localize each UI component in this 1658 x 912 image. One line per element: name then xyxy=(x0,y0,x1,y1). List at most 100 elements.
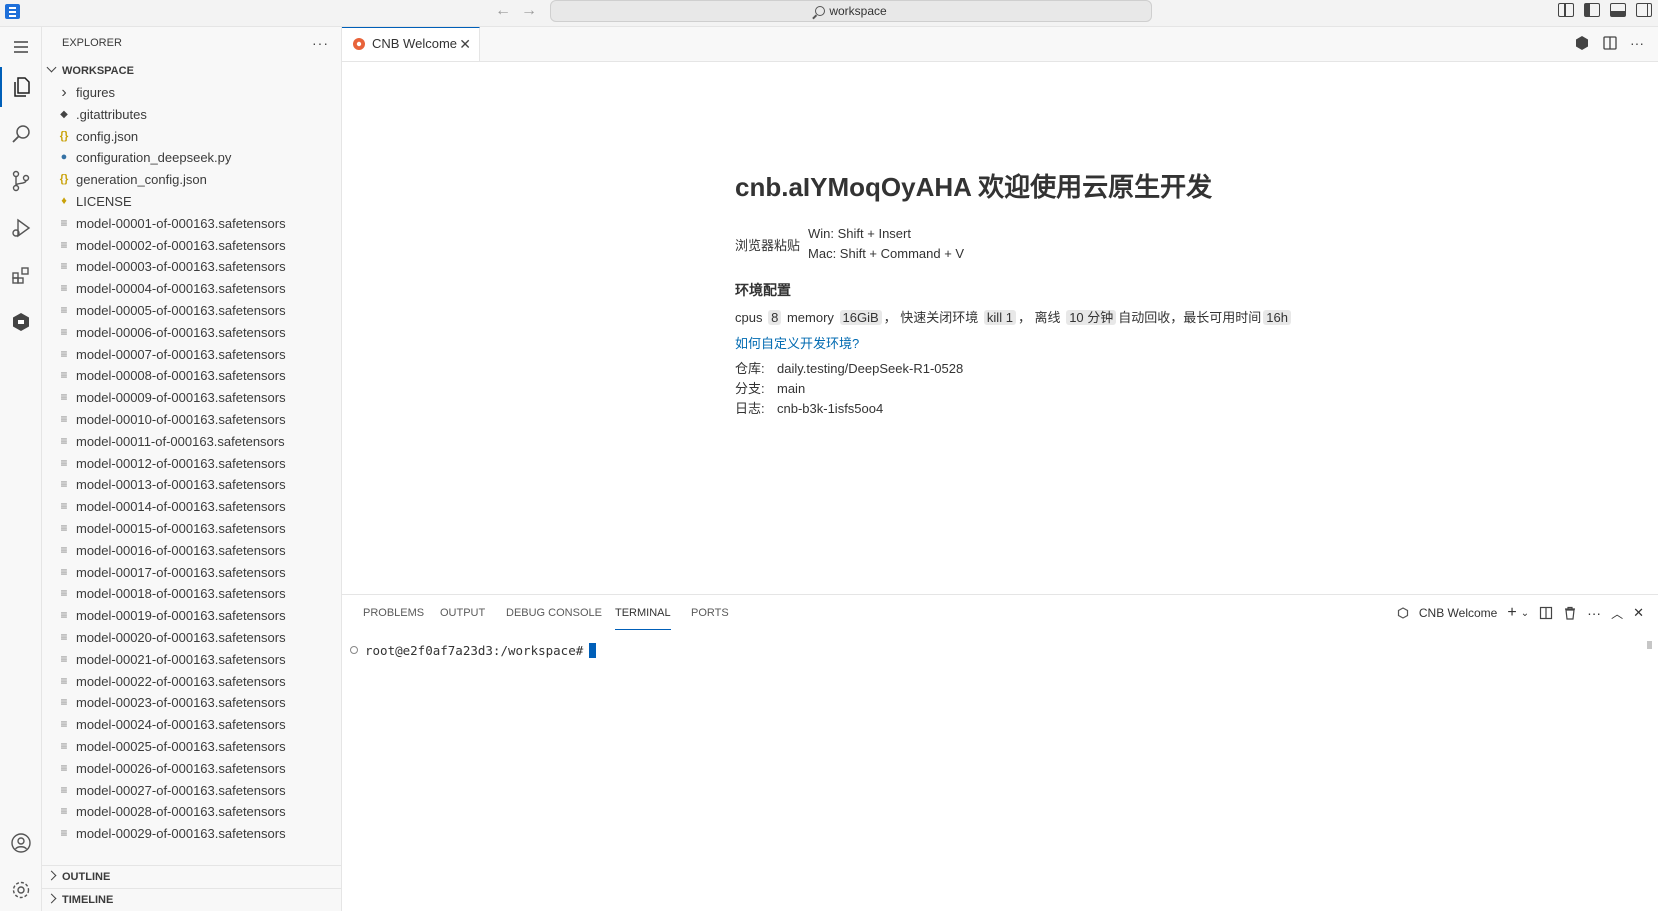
search-icon xyxy=(815,6,825,16)
command-center-search[interactable]: workspace xyxy=(550,0,1152,22)
workspace-section-header[interactable]: WORKSPACE xyxy=(42,60,341,82)
tab-debug-console[interactable]: DEBUG CONSOLE xyxy=(506,595,602,631)
file-item[interactable]: ≡ model-00024-of-000163.safetensors xyxy=(42,714,341,736)
file-icon: ≡ xyxy=(57,300,71,322)
file-item[interactable]: ♦ LICENSE xyxy=(42,191,341,213)
editor-area: CNB Welcome ✕ ··· cnb.aIYMoqOyAHA 欢迎使用云原… xyxy=(342,27,1658,593)
explorer-files-icon[interactable] xyxy=(0,67,41,107)
file-item[interactable]: ≡model-00023-of-000163.safetensors xyxy=(42,692,341,714)
file-name: configuration_deepseek.py xyxy=(76,150,231,165)
file-item[interactable]: ≡model-00003-of-000163.safetensors xyxy=(42,256,341,278)
file-name: LICENSE xyxy=(76,194,132,209)
file-name: model-00024-of-000163.safetensors xyxy=(76,717,286,732)
folder-item[interactable]: ›figures xyxy=(42,82,341,104)
file-item[interactable]: ≡model-00028-of-000163.safetensors xyxy=(42,801,341,823)
file-icon: ≡ xyxy=(57,801,71,823)
terminal-scrollbar[interactable] xyxy=(1647,641,1652,649)
terminal-prompt: root@e2f0af7a23d3:/workspace# xyxy=(365,643,583,658)
account-icon[interactable] xyxy=(0,823,41,863)
new-terminal-icon[interactable]: + xyxy=(1507,604,1516,622)
terminal-prompt-line[interactable]: root@e2f0af7a23d3:/workspace# xyxy=(350,643,596,658)
chevron-down-icon[interactable]: ⌄ xyxy=(1521,608,1529,619)
customize-layout-icon[interactable] xyxy=(1558,3,1574,17)
file-item[interactable]: ≡model-00008-of-000163.safetensors xyxy=(42,365,341,387)
search-icon[interactable] xyxy=(0,114,41,154)
file-item[interactable]: ≡model-00030-of-000163.safetensors xyxy=(42,845,341,848)
toggle-panel-icon[interactable] xyxy=(1610,3,1626,17)
file-item[interactable]: ≡ model-00002-of-000163.safetensors xyxy=(42,235,341,257)
file-item[interactable]: ≡model-00012-of-000163.safetensors xyxy=(42,453,341,475)
file-item[interactable]: ≡model-00017-of-000163.safetensors xyxy=(42,562,341,584)
file-item[interactable]: ●configuration_deepseek.py xyxy=(42,147,341,169)
file-icon: ≡ xyxy=(57,235,71,257)
tab-cnb-welcome[interactable]: CNB Welcome ✕ xyxy=(342,27,480,61)
settings-gear-icon[interactable] xyxy=(0,870,41,910)
file-icon: ≡ xyxy=(57,583,71,605)
toggle-secondary-sidebar-icon[interactable] xyxy=(1636,3,1652,17)
file-item[interactable]: ≡model-00005-of-000163.safetensors xyxy=(42,300,341,322)
file-item[interactable]: ≡model-00019-of-000163.safetensors xyxy=(42,605,341,627)
timeline-section-header[interactable]: TIMELINE xyxy=(42,888,341,911)
license-file-icon: ♦ xyxy=(57,191,71,213)
file-item[interactable]: ≡model-00025-of-000163.safetensors xyxy=(42,736,341,758)
split-editor-icon[interactable] xyxy=(1602,35,1618,51)
tab-problems[interactable]: PROBLEMS xyxy=(363,595,424,631)
trash-icon[interactable] xyxy=(1563,606,1577,620)
file-icon: ≡ xyxy=(57,714,71,736)
cnb-icon[interactable] xyxy=(0,302,41,342)
file-item[interactable]: ≡model-00009-of-000163.safetensors xyxy=(42,387,341,409)
file-item[interactable]: ≡model-00001-of-000163.safetensors xyxy=(42,213,341,235)
more-actions-icon[interactable]: ··· xyxy=(1630,35,1644,51)
customize-env-link[interactable]: 如何自定义开发环境? xyxy=(735,333,1293,352)
file-item[interactable]: ≡model-00016-of-000163.safetensors xyxy=(42,540,341,562)
file-item[interactable]: {}config.json xyxy=(42,126,341,148)
file-name: model-00019-of-000163.safetensors xyxy=(76,608,286,623)
tab-ports[interactable]: PORTS xyxy=(691,595,729,631)
file-item[interactable]: ◆.gitattributes xyxy=(42,104,341,126)
offline-value: 10 分钟 xyxy=(1066,310,1116,325)
file-item[interactable]: ≡model-00027-of-000163.safetensors xyxy=(42,780,341,802)
file-item[interactable]: ≡model-00026-of-000163.safetensors xyxy=(42,758,341,780)
split-terminal-icon[interactable] xyxy=(1539,606,1553,620)
file-item[interactable]: ≡model-00014-of-000163.safetensors xyxy=(42,496,341,518)
toggle-primary-sidebar-icon[interactable] xyxy=(1584,3,1600,17)
file-item[interactable]: ≡model-00011-of-000163.safetensors xyxy=(42,431,341,453)
chevron-right-icon xyxy=(47,871,57,881)
forward-arrow-icon[interactable]: → xyxy=(521,2,537,20)
file-item[interactable]: ≡model-00007-of-000163.safetensors xyxy=(42,344,341,366)
cnb-action-icon[interactable] xyxy=(1574,35,1590,51)
maximize-panel-icon[interactable]: ︿ xyxy=(1611,605,1623,622)
app-logo-icon xyxy=(5,4,20,19)
run-debug-icon[interactable] xyxy=(0,208,41,248)
file-name: model-00003-of-000163.safetensors xyxy=(76,259,286,274)
outline-section-header[interactable]: OUTLINE xyxy=(42,865,341,888)
log-label: 日志: xyxy=(735,399,777,419)
file-item[interactable]: ≡model-00006-of-000163.safetensors xyxy=(42,322,341,344)
file-name: model-00006-of-000163.safetensors xyxy=(76,325,286,340)
file-item[interactable]: ≡model-00004-of-000163.safetensors xyxy=(42,278,341,300)
file-name: model-00002-of-000163.safetensors xyxy=(76,238,286,253)
terminal-name[interactable]: CNB Welcome xyxy=(1419,606,1497,620)
file-item[interactable]: ≡model-00010-of-000163.safetensors xyxy=(42,409,341,431)
file-item[interactable]: ≡model-00015-of-000163.safetensors xyxy=(42,518,341,540)
more-actions-icon[interactable]: ··· xyxy=(1587,605,1601,621)
chevron-right-icon xyxy=(47,894,57,904)
more-actions-icon[interactable]: ··· xyxy=(312,27,329,60)
file-item[interactable]: ≡model-00022-of-000163.safetensors xyxy=(42,671,341,693)
extensions-icon[interactable] xyxy=(0,255,41,295)
tab-terminal[interactable]: TERMINAL xyxy=(615,595,671,630)
back-arrow-icon[interactable]: ← xyxy=(495,2,511,20)
menu-icon[interactable] xyxy=(0,27,41,67)
file-item[interactable]: ≡model-00029-of-000163.safetensors xyxy=(42,823,341,845)
source-control-icon[interactable] xyxy=(0,161,41,201)
file-item[interactable]: ≡model-00013-of-000163.safetensors xyxy=(42,474,341,496)
repo-row: 仓库:daily.testing/DeepSeek-R1-0528 xyxy=(735,359,1293,379)
file-item[interactable]: ≡model-00018-of-000163.safetensors xyxy=(42,583,341,605)
file-item[interactable]: ≡model-00020-of-000163.safetensors xyxy=(42,627,341,649)
close-panel-icon[interactable]: ✕ xyxy=(1633,605,1644,621)
file-item[interactable]: {}generation_config.json xyxy=(42,169,341,191)
file-item[interactable]: ≡model-00021-of-000163.safetensors xyxy=(42,649,341,671)
repo-value: daily.testing/DeepSeek-R1-0528 xyxy=(777,361,963,376)
tab-output[interactable]: OUTPUT xyxy=(440,595,485,631)
close-icon[interactable]: ✕ xyxy=(459,28,471,60)
